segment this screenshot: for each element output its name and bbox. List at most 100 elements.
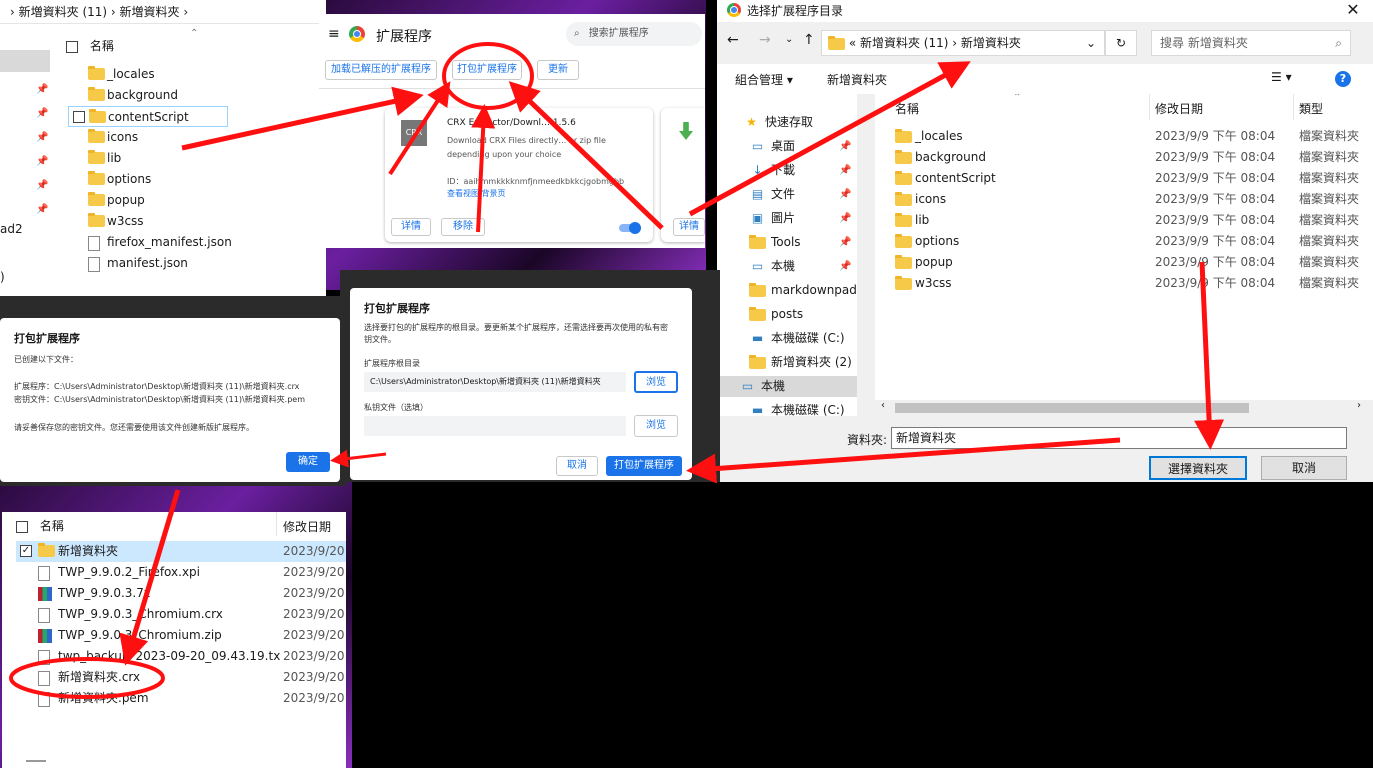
table-row[interactable]: w3css 2023/9/9 下午 08:04 檔案資料夾	[875, 273, 1373, 294]
nav-item[interactable]: ▣ 圖片 📌	[717, 208, 857, 229]
search-box[interactable]: ⌕ 搜索扩展程序	[566, 22, 702, 46]
select-all-checkbox[interactable]	[66, 40, 78, 53]
scroll-left-icon[interactable]: ‹	[881, 400, 885, 411]
scroll-thumb[interactable]	[895, 403, 1249, 413]
list-item[interactable]: contentScript	[68, 106, 228, 127]
list-item[interactable]: icons	[68, 127, 228, 148]
nav-item[interactable]: Tools 📌	[717, 232, 857, 253]
table-row[interactable]: TWP_9.9.0.3.7z 2023/9/20	[16, 583, 346, 604]
new-folder-button[interactable]: 新增資料夾	[827, 71, 887, 88]
nav-item[interactable]: posts	[717, 304, 857, 325]
table-row[interactable]: ✓ 新增資料夾 2023/9/20	[16, 541, 346, 562]
table-row[interactable]: icons 2023/9/9 下午 08:04 檔案資料夾	[875, 189, 1373, 210]
table-row[interactable]: 新增資料夾.pem 2023/9/20	[16, 688, 346, 709]
folder-icon	[895, 213, 912, 227]
table-row[interactable]: TWP_9.9.0.2_Firefox.xpi 2023/9/20	[16, 562, 346, 583]
cancel-button[interactable]: 取消	[556, 456, 598, 476]
column-header-type[interactable]: 類型	[1299, 100, 1323, 117]
private-key-input[interactable]	[364, 416, 626, 436]
select-folder-button[interactable]: 選擇資料夾	[1149, 456, 1247, 480]
menu-icon[interactable]: ≡	[328, 26, 340, 42]
forward-button[interactable]: →	[759, 32, 771, 48]
close-button[interactable]: ✕	[1333, 0, 1373, 22]
path-item[interactable]: 新增資料夾	[961, 36, 1021, 50]
column-header-date[interactable]: 修改日期	[1155, 100, 1203, 117]
nav-item[interactable]: ▤ 文件 📌	[717, 184, 857, 205]
back-button[interactable]: ←	[727, 32, 739, 48]
browse-button[interactable]: 浏览	[634, 415, 678, 437]
organize-menu[interactable]: 組合管理 ▾	[735, 71, 793, 88]
nav-item[interactable]: markdownpad2	[717, 280, 865, 301]
scroll-right-icon[interactable]: ›	[1357, 400, 1361, 411]
enable-toggle[interactable]	[619, 222, 641, 234]
root-dir-input[interactable]: C:\Users\Administrator\Desktop\新增資料夾 (11…	[364, 372, 626, 392]
table-row[interactable]: popup 2023/9/9 下午 08:04 檔案資料夾	[875, 252, 1373, 273]
nav-item[interactable]: ▭ 桌面 📌	[717, 136, 857, 157]
column-header-name[interactable]: 名稱	[895, 100, 919, 117]
table-row[interactable]: options 2023/9/9 下午 08:04 檔案資料夾	[875, 231, 1373, 252]
refresh-button[interactable]: ↻	[1105, 30, 1137, 56]
help-icon[interactable]: ?	[1335, 71, 1351, 87]
path-item[interactable]: 新增資料夾 (11)	[860, 36, 948, 50]
nav-item[interactable]: ▭ 本機	[717, 376, 857, 397]
details-button[interactable]: 详情	[391, 218, 431, 236]
browse-button[interactable]: 浏览	[634, 371, 678, 393]
table-row[interactable]: _locales 2023/9/9 下午 08:04 檔案資料夾	[875, 126, 1373, 147]
details-button[interactable]: 详情	[673, 218, 705, 236]
list-item[interactable]: options	[68, 169, 228, 190]
breadcrumb[interactable]: › 新増資料夾 (11) › 新増資料夾 ›	[0, 0, 326, 24]
breadcrumb-item[interactable]: 新増資料夾 (11)	[19, 5, 107, 19]
nav-scrollbar[interactable]	[857, 94, 873, 416]
ok-button[interactable]: 确定	[286, 452, 330, 472]
list-item[interactable]: _locales	[68, 64, 228, 85]
search-input[interactable]: 搜尋 新增資料夾 ⌕	[1151, 30, 1351, 56]
list-item[interactable]: manifest.json	[68, 253, 228, 274]
item-name: manifest.json	[107, 256, 188, 270]
row-checkbox[interactable]: ✓	[20, 545, 32, 557]
list-item[interactable]: lib	[68, 148, 228, 169]
list-item[interactable]: background	[68, 85, 228, 106]
load-unpacked-button[interactable]: 加载已解压的扩展程序	[325, 60, 437, 80]
view-options-icon[interactable]: ☰ ▾	[1271, 70, 1292, 84]
table-row[interactable]: 新增資料夾.crx 2023/9/20	[16, 667, 346, 688]
row-date: 2023/9/20	[283, 691, 345, 705]
table-row[interactable]: twp_backup_2023-09-20_09.43.19.txt 2023/9…	[16, 646, 346, 667]
nav-selected-item[interactable]	[0, 50, 50, 72]
table-row[interactable]: background 2023/9/9 下午 08:04 檔案資料夾	[875, 147, 1373, 168]
nav-item-label[interactable]: )	[0, 270, 5, 284]
horizontal-scrollbar[interactable]: ‹ ›	[875, 400, 1373, 416]
history-dropdown-icon[interactable]: ⌄	[785, 34, 793, 45]
pack-extension-submit-button[interactable]: 打包扩展程序	[606, 456, 682, 476]
select-all-checkbox[interactable]	[16, 520, 28, 533]
list-item[interactable]: w3css	[68, 211, 228, 232]
nav-item[interactable]: ★ 快速存取	[717, 112, 857, 133]
update-button[interactable]: 更新	[537, 60, 579, 80]
nav-item[interactable]: ↓ 下載 📌	[717, 160, 857, 181]
folder-icon	[749, 282, 766, 297]
table-row[interactable]: TWP_9.9.0.3_Chromium.crx 2023/9/20	[16, 604, 346, 625]
nav-item-label[interactable]: ad2	[0, 222, 23, 236]
list-item[interactable]: firefox_manifest.json	[68, 232, 232, 253]
nav-item[interactable]: 新增資料夾 (2)	[717, 352, 857, 373]
chevron-down-icon[interactable]: ⌄	[1086, 31, 1096, 55]
remove-button[interactable]: 移除	[441, 218, 485, 236]
address-bar[interactable]: « 新增資料夾 (11) › 新增資料夾 ⌄	[821, 30, 1105, 56]
nav-item[interactable]: ▬ 本機磁碟 (C:)	[717, 400, 857, 416]
cancel-button[interactable]: 取消	[1261, 456, 1347, 480]
list-item[interactable]: popup	[68, 190, 228, 211]
pin-icon: 📌	[36, 132, 49, 143]
item-checkbox[interactable]	[73, 111, 85, 123]
table-row[interactable]: TWP_9.9.0.3_Chromium.zip 2023/9/20	[16, 625, 346, 646]
nav-item[interactable]: ▭ 本機 📌	[717, 256, 857, 277]
column-header-name[interactable]: 名稱	[16, 516, 64, 536]
column-header-name[interactable]: 名稱	[66, 36, 216, 56]
breadcrumb-item[interactable]: 新増資料夾	[120, 5, 180, 19]
table-row[interactable]: lib 2023/9/9 下午 08:04 檔案資料夾	[875, 210, 1373, 231]
column-header-date[interactable]: 修改日期	[283, 518, 331, 535]
pack-extension-button[interactable]: 打包扩展程序	[452, 60, 522, 80]
nav-item[interactable]: ▬ 本機磁碟 (C:)	[717, 328, 857, 349]
table-row[interactable]: contentScript 2023/9/9 下午 08:04 檔案資料夾	[875, 168, 1373, 189]
up-button[interactable]: ↑	[803, 32, 815, 48]
inspect-views-link[interactable]: 查看视图 背景页	[447, 188, 506, 199]
folder-name-input[interactable]: 新增資料夾	[891, 427, 1347, 449]
